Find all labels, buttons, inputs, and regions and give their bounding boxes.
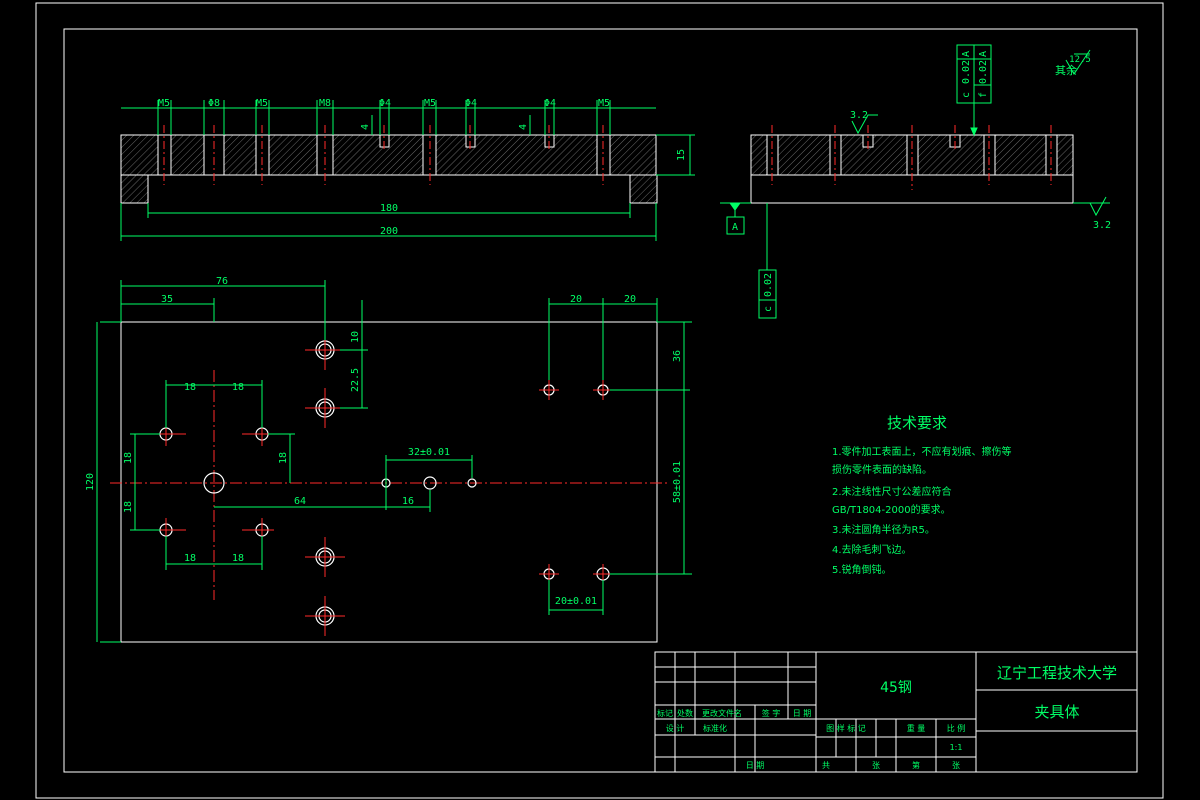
top-label: Φ4 <box>465 98 477 109</box>
dim-18-v2: 18 <box>123 501 134 513</box>
requirement-line: 2.未注线性尺寸公差应符合 <box>832 485 952 498</box>
tol-f-datum: A <box>961 51 972 57</box>
tol-f-symbol: f <box>978 92 989 98</box>
requirement-line: 3.未注圆角半径为R5。 <box>832 523 935 536</box>
stage-label: 图 样 标 记 <box>826 723 866 733</box>
dim-18-3: 18 <box>184 553 196 564</box>
other-roughness: 12.5 <box>1069 55 1091 65</box>
dim-20b: 20 <box>624 294 636 305</box>
title-block: 45钢 辽宁工程技术大学 夹具体 1:1 标记 处数 更改文件名 签 字 日 期… <box>654 651 1138 773</box>
row-label: 签 字 <box>762 708 781 718</box>
tol-c-value: 0.02 <box>961 60 972 84</box>
top-label: Φ8 <box>208 98 220 109</box>
dim-35: 35 <box>161 294 173 305</box>
dim-32: 32±0.01 <box>408 447 450 458</box>
stage-label: 比 例 <box>947 723 966 733</box>
requirement-line: 4.去除毛刺飞边。 <box>832 543 912 556</box>
top-label: M5 <box>424 98 436 109</box>
dim-small: 4 <box>360 124 371 130</box>
material: 45钢 <box>880 680 912 696</box>
requirements-title: 技术要求 <box>887 414 947 432</box>
dim-18-2: 18 <box>232 382 244 393</box>
dim-18-v1: 18 <box>123 452 134 464</box>
dim-120: 120 <box>85 473 96 491</box>
part-name: 夹具体 <box>1034 703 1079 721</box>
stage-label: 重 量 <box>907 723 926 733</box>
dim-22-5: 22.5 <box>350 368 361 392</box>
tol-f-value: 0.02 <box>978 60 989 84</box>
dim-36: 36 <box>672 350 683 362</box>
scale: 1:1 <box>950 743 963 752</box>
design-label: 设 计 <box>666 723 685 733</box>
row-label: 处数 <box>677 708 693 718</box>
drawing-canvas: M5 Φ8 M5 M8 Φ4 M5 Φ4 Φ4 M5 180 200 15 4 … <box>35 2 1164 799</box>
dim-180: 180 <box>380 203 398 214</box>
dim-64: 64 <box>294 496 306 507</box>
technical-requirements: 技术要求 1.零件加工表面上，不应有划痕、擦伤等 损伤零件表面的缺陷。 2.未注… <box>832 414 1012 576</box>
standard-label: 标准化 <box>703 723 727 733</box>
dim-200: 200 <box>380 226 398 237</box>
row-label: 更改文件名 <box>702 708 742 718</box>
row-label: 标记 <box>657 708 673 718</box>
dim-18-1: 18 <box>184 382 196 393</box>
dim-15: 15 <box>676 149 687 161</box>
tol-f-datum-2: A <box>978 51 989 57</box>
outer-frame <box>35 2 1164 799</box>
requirement-line: GB/T1804-2000的要求。 <box>832 503 951 516</box>
top-label: M5 <box>256 98 268 109</box>
dim-76: 76 <box>216 276 228 287</box>
top-label: Φ4 <box>544 98 556 109</box>
sheet-label: 第 <box>912 760 920 770</box>
top-label: M8 <box>319 98 331 109</box>
dim-small: 4 <box>518 124 529 130</box>
datum-a-label: A <box>732 222 738 233</box>
tol-c-bottom-symbol: c <box>763 306 774 312</box>
requirement-line: 1.零件加工表面上，不应有划痕、擦伤等 <box>832 445 1012 458</box>
dim-20-tol: 20±0.01 <box>555 596 597 607</box>
sheet-label: 张 <box>952 761 960 770</box>
other-label: 其余 <box>1055 63 1077 77</box>
roughness-bottom: 3.2 <box>1093 220 1111 231</box>
dim-18-4: 18 <box>232 553 244 564</box>
requirement-line: 5.锐角倒钝。 <box>832 563 892 576</box>
tol-c-bottom-value: 0.02 <box>763 273 774 297</box>
dim-10: 10 <box>350 331 361 343</box>
side-section-view: 3.2 3.2 A A 0.02 c A 0.02 f 0.02 c 其余 12… <box>720 44 1111 319</box>
dim-18-v3: 18 <box>278 452 289 464</box>
dim-58: 58±0.01 <box>672 461 683 503</box>
sheet-label: 共 <box>822 761 830 770</box>
top-label: M5 <box>598 98 610 109</box>
university: 辽宁工程技术大学 <box>997 664 1117 682</box>
tol-c-symbol: c <box>961 92 972 98</box>
sheet-label: 张 <box>872 761 880 770</box>
top-label: Φ4 <box>379 98 391 109</box>
top-label: M5 <box>158 98 170 109</box>
dim-20a: 20 <box>570 294 582 305</box>
requirement-line: 损伤零件表面的缺陷。 <box>832 463 932 476</box>
approve-label: 日 期 <box>746 761 765 770</box>
row-label: 日 期 <box>793 709 812 718</box>
plan-view: 76 35 20 20 10 22.5 36 18 18 18 18 18 18… <box>85 276 692 643</box>
front-section-view: M5 Φ8 M5 M8 Φ4 M5 Φ4 Φ4 M5 180 200 15 4 … <box>120 98 695 241</box>
roughness-3-2: 3.2 <box>850 110 868 121</box>
dim-16: 16 <box>402 496 414 507</box>
